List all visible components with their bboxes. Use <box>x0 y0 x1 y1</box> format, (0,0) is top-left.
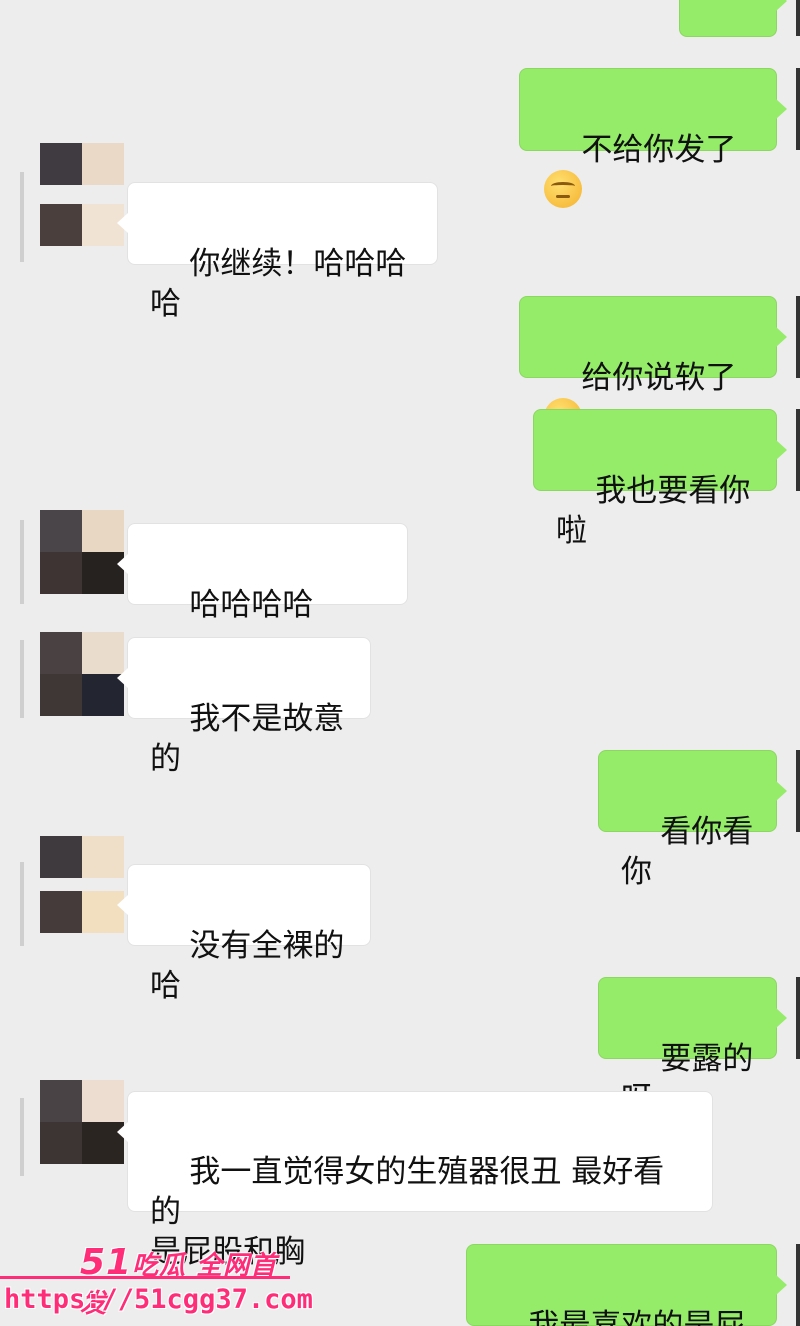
avatar-edge <box>20 520 24 604</box>
avatar-edge <box>796 296 800 378</box>
avatar[interactable] <box>40 143 124 265</box>
avatar[interactable] <box>40 836 124 946</box>
avatar-edge <box>796 750 800 832</box>
watermark: 51吃瓜 全网首发 https://51cgg37.com <box>0 1240 313 1326</box>
message-bubble-received[interactable]: 哈哈哈哈 sorry <box>117 523 408 663</box>
avatar-edge <box>796 977 800 1059</box>
message-bubble-sent[interactable]: 看你看你 <box>598 750 787 890</box>
avatar-edge <box>796 409 800 491</box>
message-bubble-sent[interactable]: 我也要看你啦 <box>533 409 787 549</box>
unamused-face-icon <box>544 170 582 208</box>
message-text: 给你说软了 <box>581 360 737 396</box>
message-bubble-received[interactable]: 你继续！哈哈哈哈 <box>117 182 438 322</box>
message-text: 我也要看你啦 <box>556 473 751 549</box>
message-bubble-sent[interactable]: 要露的呀 <box>598 977 787 1117</box>
message-bubble-sent[interactable]: 不给你发了 <box>519 68 787 208</box>
message-text: 你继续！哈哈哈哈 <box>150 246 407 322</box>
avatar[interactable] <box>40 1080 124 1164</box>
message-bubble-sent[interactable]: 给你说软了 <box>519 296 787 436</box>
message-text: 我最喜欢的是屁股 <box>528 1308 746 1326</box>
message-bubble-sent[interactable]: 那 <box>679 0 787 109</box>
message-text: 看你看你 <box>621 814 754 890</box>
chat-view: 那 不给你发了 你继续！哈哈哈哈 给你说软了 我也要看你啦 哈哈哈哈 sorry… <box>0 0 800 1326</box>
message-text: 没有全裸的哈 <box>150 928 345 1004</box>
watermark-url: https://51cgg37.com <box>4 1284 313 1315</box>
avatar-edge <box>20 1098 24 1176</box>
message-bubble-received[interactable]: 我不是故意的 <box>117 637 371 777</box>
message-text: 不给你发了 <box>581 132 737 168</box>
message-bubble-received[interactable]: 我一直觉得女的生殖器很丑 最好看的 是屁股和胸 <box>117 1091 713 1270</box>
avatar-edge <box>20 640 24 718</box>
avatar[interactable] <box>40 632 124 716</box>
avatar-edge <box>20 862 24 946</box>
message-bubble-received[interactable]: 没有全裸的哈 <box>117 864 371 1004</box>
avatar-edge <box>796 68 800 150</box>
message-text: 我不是故意的 <box>150 701 345 777</box>
message-bubble-sent[interactable]: 我最喜欢的是屁股 <box>466 1244 787 1326</box>
avatar-edge <box>20 172 24 262</box>
avatar[interactable] <box>40 510 124 594</box>
watermark-divider <box>0 1276 290 1279</box>
avatar-edge <box>796 0 800 36</box>
avatar-edge <box>796 1244 800 1326</box>
